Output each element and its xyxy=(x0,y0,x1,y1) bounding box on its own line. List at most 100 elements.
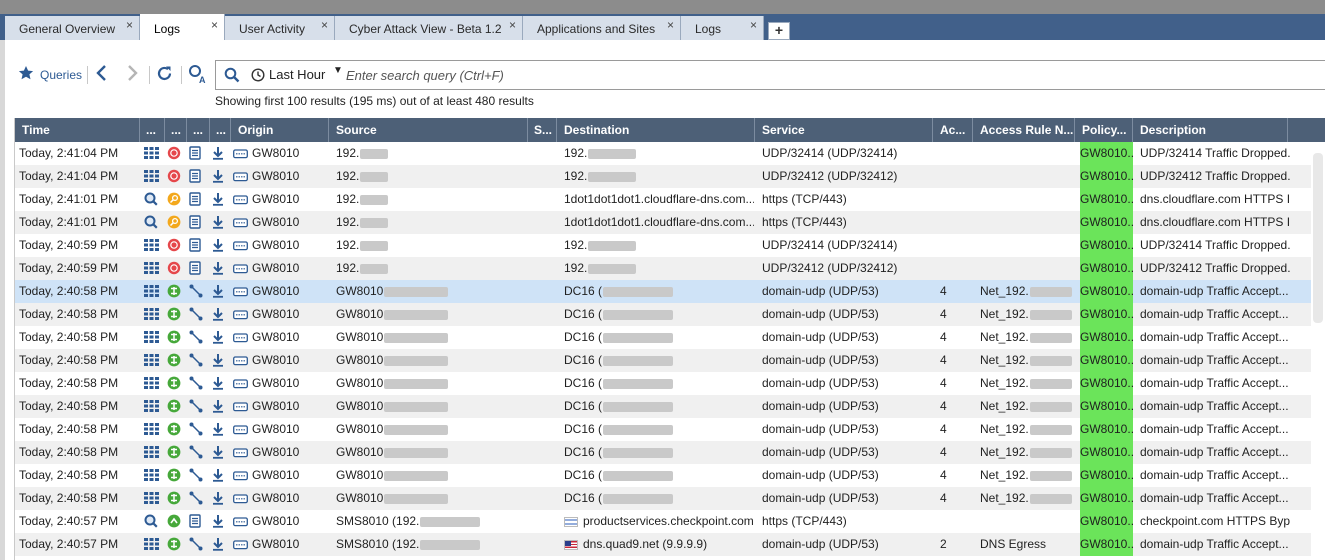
download-icon[interactable] xyxy=(212,468,226,482)
blade-grid-icon[interactable] xyxy=(144,146,160,160)
connection-icon[interactable] xyxy=(189,353,203,367)
download-icon[interactable] xyxy=(212,445,226,459)
blade-grid-icon[interactable] xyxy=(144,422,160,436)
download-icon[interactable] xyxy=(212,491,226,505)
download-icon[interactable] xyxy=(212,399,226,413)
log-row[interactable]: Today, 2:40:58 PM GW8010 GW8010 DC16 (domai… xyxy=(15,326,1311,349)
accept-action-icon[interactable] xyxy=(167,284,181,298)
log-row[interactable]: Today, 2:40:58 PM GW8010 GW8010 DC16 (domai… xyxy=(15,349,1311,372)
column-header-ac[interactable]: Ac... xyxy=(933,118,973,142)
column-header-icon[interactable]: ... xyxy=(187,118,210,142)
connection-icon[interactable] xyxy=(189,284,203,298)
accept-action-icon[interactable] xyxy=(167,537,181,551)
inspect-magnifier-icon[interactable] xyxy=(144,514,160,528)
log-row[interactable]: Today, 2:41:04 PM GW8010 192. 192. UDP/32414… xyxy=(15,142,1311,165)
back-icon[interactable] xyxy=(95,65,109,86)
column-header-description[interactable]: Description xyxy=(1133,118,1288,142)
log-row[interactable]: Today, 2:40:58 PM GW8010 GW8010 DC16 (domai… xyxy=(15,280,1311,303)
log-row[interactable]: Today, 2:40:58 PM GW8010 GW8010 DC16 (domai… xyxy=(15,441,1311,464)
tab-logs[interactable]: Logs × xyxy=(681,16,764,40)
connection-icon[interactable] xyxy=(189,330,203,344)
column-header-icon[interactable]: ... xyxy=(165,118,187,142)
star-icon[interactable] xyxy=(18,65,34,86)
blade-grid-icon[interactable] xyxy=(144,330,160,344)
log-row[interactable]: Today, 2:40:58 PM GW8010 GW8010 DC16 (domai… xyxy=(15,372,1311,395)
column-header-icon[interactable]: ... xyxy=(210,118,231,142)
download-icon[interactable] xyxy=(212,537,226,551)
log-row[interactable]: Today, 2:40:59 PM GW8010 192. 192. UDP/32412… xyxy=(15,257,1311,280)
log-row[interactable]: Today, 2:41:01 PM GW8010 192. 1dot1dot1dot1… xyxy=(15,211,1311,234)
search-input[interactable] xyxy=(344,64,1298,86)
download-icon[interactable] xyxy=(212,353,226,367)
log-row[interactable]: Today, 2:40:57 PM GW8010 SMS8010 (192. dns.… xyxy=(15,533,1311,556)
log-row[interactable]: Today, 2:40:58 PM GW8010 GW8010 DC16 (domai… xyxy=(15,395,1311,418)
log-row[interactable]: Today, 2:40:58 PM GW8010 GW8010 DC16 (domai… xyxy=(15,303,1311,326)
download-icon[interactable] xyxy=(212,422,226,436)
time-range-select[interactable]: Last Hour xyxy=(269,67,325,82)
chevron-down-icon[interactable]: ▼ xyxy=(333,65,343,76)
log-row[interactable]: Today, 2:40:59 PM GW8010 192. 192. UDP/32414… xyxy=(15,234,1311,257)
accept-action-icon[interactable] xyxy=(167,376,181,390)
refresh-icon[interactable] xyxy=(156,65,173,87)
accept-action-icon[interactable] xyxy=(167,422,181,436)
accept-action-icon[interactable] xyxy=(167,491,181,505)
close-icon[interactable]: × xyxy=(321,18,328,32)
column-header-destination[interactable]: Destination xyxy=(557,118,755,142)
blade-grid-icon[interactable] xyxy=(144,238,160,252)
inspect-action-icon[interactable] xyxy=(167,192,181,206)
log-row[interactable]: Today, 2:40:58 PM GW8010 GW8010 DC16 (domai… xyxy=(15,418,1311,441)
download-icon[interactable] xyxy=(212,307,226,321)
column-header-time[interactable]: Time xyxy=(15,118,140,142)
download-icon[interactable] xyxy=(212,261,226,275)
log-row[interactable]: Today, 2:40:58 PM GW8010 GW8010 DC16 (domai… xyxy=(15,487,1311,510)
blade-grid-icon[interactable] xyxy=(144,537,160,551)
column-header-accessrulen[interactable]: Access Rule N... xyxy=(973,118,1075,142)
drop-action-icon[interactable] xyxy=(167,169,181,183)
close-icon[interactable]: × xyxy=(667,18,674,32)
download-icon[interactable] xyxy=(212,330,226,344)
download-icon[interactable] xyxy=(212,284,226,298)
tab-general-overview[interactable]: General Overview × xyxy=(5,16,140,40)
log-details-icon[interactable] xyxy=(189,514,203,528)
column-header-policy[interactable]: Policy... xyxy=(1075,118,1133,142)
case-search-icon[interactable]: A xyxy=(188,64,208,89)
accept-action-icon[interactable] xyxy=(167,445,181,459)
log-details-icon[interactable] xyxy=(189,215,203,229)
close-icon[interactable]: × xyxy=(750,18,757,32)
connection-icon[interactable] xyxy=(189,307,203,321)
blade-grid-icon[interactable] xyxy=(144,353,160,367)
download-icon[interactable] xyxy=(212,169,226,183)
log-row[interactable]: Today, 2:40:57 PM GW8010 SMS8010 (192. prod… xyxy=(15,510,1311,533)
log-row[interactable]: Today, 2:41:04 PM GW8010 192. 192. UDP/32412… xyxy=(15,165,1311,188)
tab-cyber-attack-view-beta-1-2[interactable]: Cyber Attack View - Beta 1.2 × xyxy=(335,16,523,40)
inspect-action-icon[interactable] xyxy=(167,215,181,229)
connection-icon[interactable] xyxy=(189,445,203,459)
blade-grid-icon[interactable] xyxy=(144,261,160,275)
connection-icon[interactable] xyxy=(189,399,203,413)
column-header-source[interactable]: Source xyxy=(329,118,528,142)
vertical-scrollbar[interactable] xyxy=(1313,153,1323,323)
accept-action-icon[interactable] xyxy=(167,353,181,367)
log-details-icon[interactable] xyxy=(189,261,203,275)
drop-action-icon[interactable] xyxy=(167,261,181,275)
connection-icon[interactable] xyxy=(189,491,203,505)
column-header-origin[interactable]: Origin xyxy=(231,118,329,142)
forward-icon[interactable] xyxy=(125,65,139,86)
log-row[interactable]: Today, 2:40:58 PM GW8010 GW8010 DC16 (domai… xyxy=(15,464,1311,487)
accept-action-icon[interactable] xyxy=(167,399,181,413)
connection-icon[interactable] xyxy=(189,468,203,482)
new-tab-button[interactable]: + xyxy=(768,22,790,40)
blade-grid-icon[interactable] xyxy=(144,376,160,390)
blade-grid-icon[interactable] xyxy=(144,399,160,413)
blade-grid-icon[interactable] xyxy=(144,491,160,505)
download-icon[interactable] xyxy=(212,238,226,252)
inspect-magnifier-icon[interactable] xyxy=(144,192,160,206)
close-icon[interactable]: × xyxy=(509,18,516,32)
column-header-service[interactable]: Service xyxy=(755,118,933,142)
connection-icon[interactable] xyxy=(189,537,203,551)
tab-user-activity[interactable]: User Activity × xyxy=(225,16,335,40)
accept-action-icon[interactable] xyxy=(167,330,181,344)
bypass-action-icon[interactable] xyxy=(167,514,181,528)
connection-icon[interactable] xyxy=(189,422,203,436)
search-icon[interactable] xyxy=(224,67,240,86)
